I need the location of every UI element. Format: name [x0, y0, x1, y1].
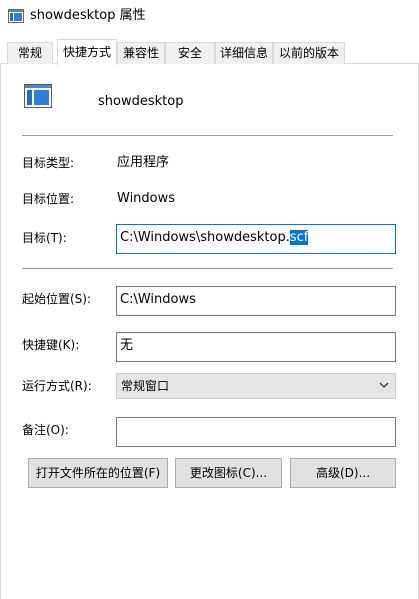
target-text-selected: scf — [289, 230, 309, 245]
file-name: showdesktop — [98, 94, 184, 109]
target-location-value: Windows — [117, 191, 176, 206]
tab-security[interactable]: 安全 — [165, 42, 215, 64]
run-dropdown[interactable]: 常规窗口 — [116, 373, 396, 399]
target-label: 目标(T): — [22, 231, 67, 245]
target-location-label: 目标位置: — [22, 192, 75, 206]
run-dropdown-value: 常规窗口 — [121, 379, 170, 393]
open-file-location-button[interactable]: 打开文件所在的位置(F) — [28, 458, 168, 488]
target-type-value: 应用程序 — [117, 155, 170, 170]
shortcut-file-icon — [8, 9, 24, 23]
tab-shortcut[interactable]: 快捷方式 — [57, 39, 117, 65]
comment-label: 备注(O): — [22, 423, 69, 437]
window-title: showdesktop 属性 — [30, 8, 146, 23]
title-bar: showdesktop 属性 — [0, 0, 419, 34]
tab-details[interactable]: 详细信息 — [215, 42, 273, 64]
target-text: C:\Windows\showdesktop. — [120, 230, 290, 245]
tab-general[interactable]: 常规 — [7, 42, 53, 64]
shortcut-file-icon — [24, 84, 52, 108]
chevron-down-icon — [379, 382, 389, 388]
advanced-button[interactable]: 高级(D)... — [290, 458, 396, 488]
start-in-field[interactable]: C:\Windows — [116, 286, 396, 316]
change-icon-button[interactable]: 更改图标(C)... — [175, 458, 282, 488]
hotkey-field[interactable]: 无 — [116, 332, 396, 362]
comment-field[interactable] — [116, 417, 396, 447]
target-type-label: 目标类型: — [22, 156, 75, 170]
run-label: 运行方式(R): — [22, 379, 92, 393]
start-in-label: 起始位置(S): — [22, 292, 92, 306]
hotkey-label: 快捷键(K): — [22, 338, 80, 352]
tab-previous-versions[interactable]: 以前的版本 — [273, 42, 345, 64]
tab-compatibility[interactable]: 兼容性 — [117, 42, 165, 64]
divider — [22, 268, 393, 269]
target-field[interactable]: C:\Windows\showdesktop.scf — [116, 224, 396, 254]
divider — [22, 135, 393, 136]
